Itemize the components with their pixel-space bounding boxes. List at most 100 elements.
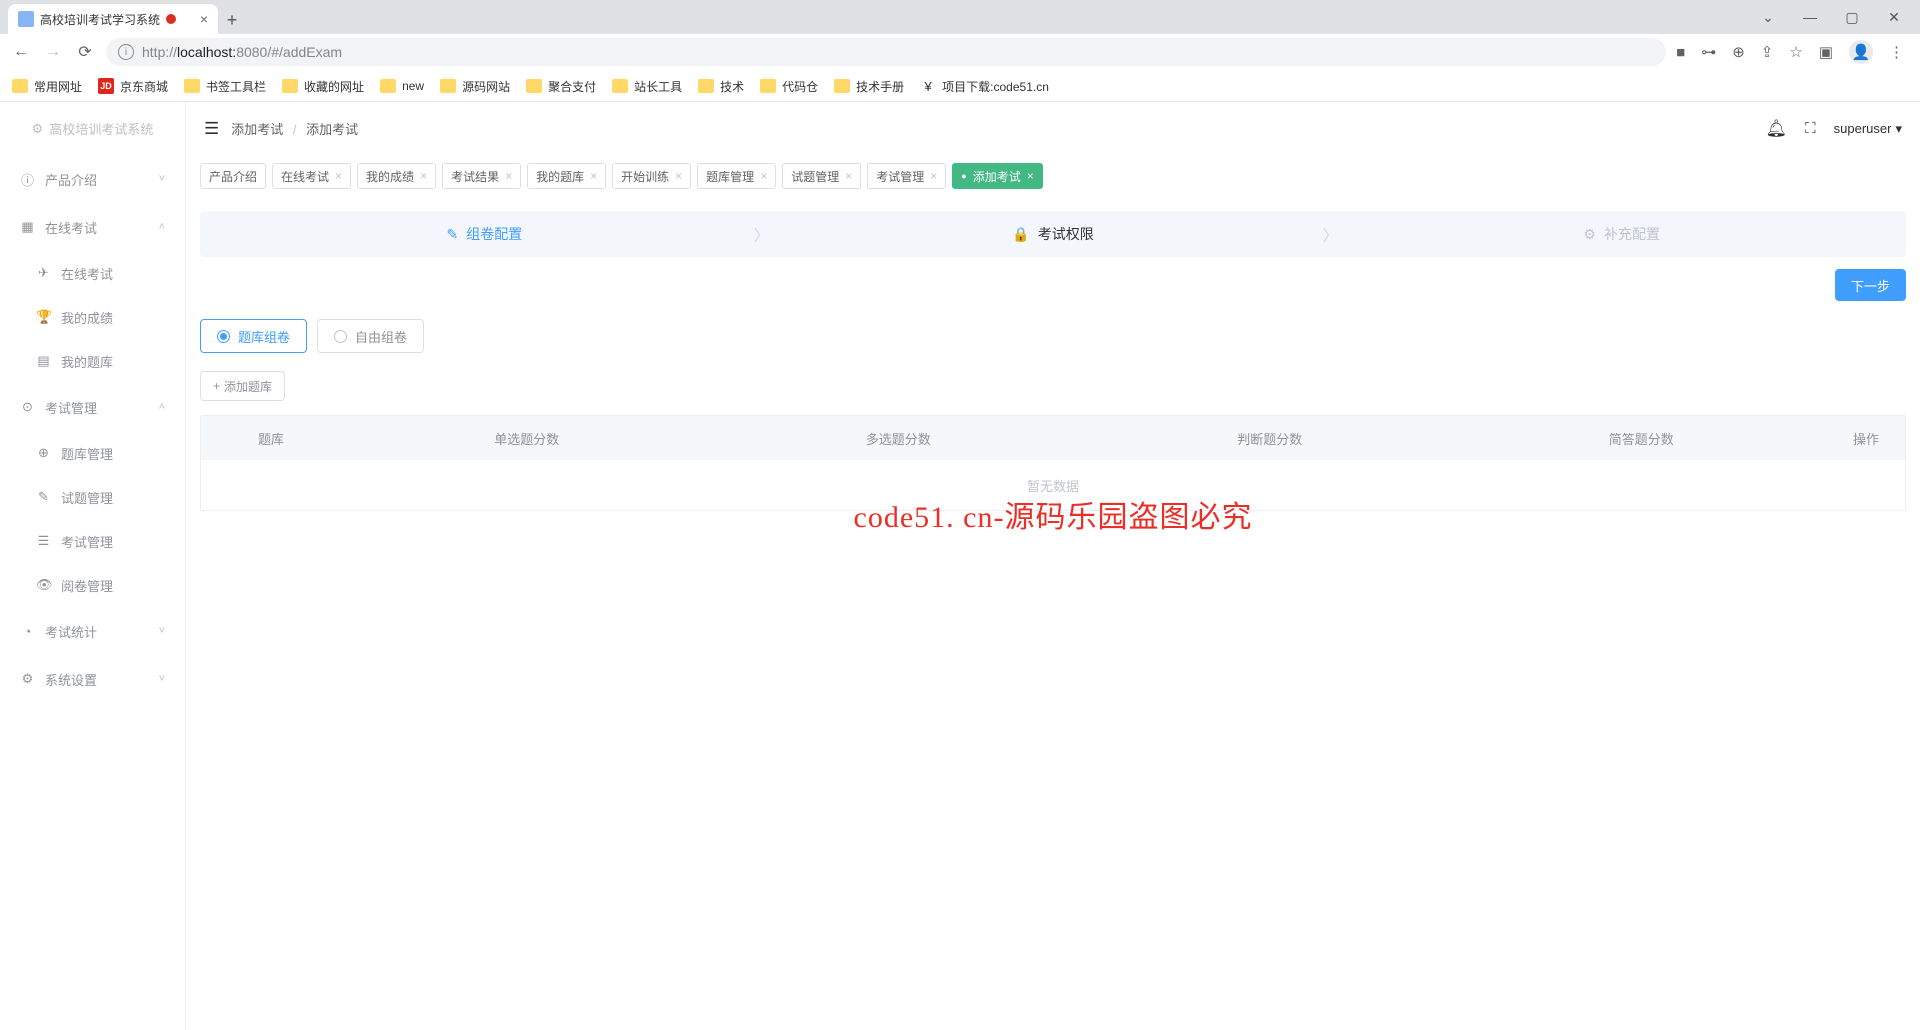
page-tab[interactable]: 我的成绩× [357, 163, 436, 189]
maximize-icon[interactable]: ▢ [1840, 9, 1864, 26]
bookmark-item[interactable]: 书签工具栏 [184, 78, 266, 95]
radio-icon [334, 330, 347, 343]
zoom-icon[interactable]: ⊕ [1732, 43, 1745, 61]
sidebar-item[interactable]: ⚙系统设置˅ [0, 655, 185, 703]
bookmark-item[interactable]: 站长工具 [612, 78, 682, 95]
close-icon[interactable]: × [335, 169, 342, 183]
sidebar-subitem[interactable]: ▤我的题库 [0, 339, 185, 383]
page-tab[interactable]: 考试结果× [442, 163, 521, 189]
next-button[interactable]: 下一步 [1835, 269, 1906, 301]
close-icon[interactable]: × [845, 169, 852, 183]
sidebar-subitem[interactable]: 👁阅卷管理 [0, 563, 185, 607]
sidebar-item[interactable]: ◔考试统计˅ [0, 607, 185, 655]
page-tab[interactable]: 在线考试× [272, 163, 351, 189]
step-item[interactable]: 🔒考试权限〉 [769, 224, 1338, 244]
submenu-icon: ✈ [36, 265, 51, 281]
sidebar-item[interactable]: ⓘ产品介绍˅ [0, 155, 185, 203]
bookmark-label: 源码网站 [462, 78, 510, 95]
bookmark-item[interactable]: 代码仓 [760, 78, 818, 95]
folder-icon [526, 79, 542, 93]
close-icon[interactable]: × [590, 169, 597, 183]
table-column-header: 判断题分数 [1084, 429, 1456, 448]
bookmark-label: 技术手册 [856, 78, 904, 95]
folder-icon [440, 79, 456, 93]
menu-label: 系统设置 [45, 670, 97, 689]
submenu-label: 在线考试 [61, 264, 113, 283]
bookmark-item[interactable]: 聚合支付 [526, 78, 596, 95]
bookmark-label: 聚合支付 [548, 78, 596, 95]
close-icon[interactable]: × [420, 169, 427, 183]
radio-option[interactable]: 题库组卷 [200, 319, 307, 353]
close-window-icon[interactable]: ✕ [1882, 9, 1906, 26]
close-icon[interactable]: × [760, 169, 767, 183]
sidebar-subitem[interactable]: ⊕题库管理 [0, 431, 185, 475]
share-icon[interactable]: ⇪ [1761, 43, 1774, 61]
hamburger-icon[interactable]: ☰ [204, 119, 219, 139]
new-tab-button[interactable]: + [218, 6, 246, 34]
back-button[interactable]: ← [10, 43, 32, 61]
url-text: http://localhost:8080/#/addExam [142, 44, 342, 60]
sidebar-item[interactable]: ⊙考试管理˄ [0, 383, 185, 431]
folder-icon [612, 79, 628, 93]
folder-icon [282, 79, 298, 93]
page-tab[interactable]: 产品介绍 [200, 163, 266, 189]
bookmark-item[interactable]: 技术手册 [834, 78, 904, 95]
add-bank-button[interactable]: + 添加题库 [200, 371, 285, 401]
page-tab[interactable]: 试题管理× [782, 163, 861, 189]
close-icon[interactable]: × [1027, 169, 1034, 183]
extensions-icon[interactable]: ▣ [1819, 43, 1833, 61]
bookmark-item[interactable]: new [380, 79, 424, 93]
address-bar[interactable]: i http://localhost:8080/#/addExam [106, 38, 1666, 66]
sidebar-subitem[interactable]: ☰考试管理 [0, 519, 185, 563]
bookmark-label: 技术 [720, 78, 744, 95]
plus-icon: + [213, 379, 220, 393]
sidebar-subitem[interactable]: ✈ 在线考试 [0, 251, 185, 295]
close-icon[interactable]: × [675, 169, 682, 183]
sidebar-item[interactable]: ▦在线考试˄ [0, 203, 185, 251]
user-menu[interactable]: superuser ▾ [1834, 121, 1902, 137]
radio-option[interactable]: 自由组卷 [317, 319, 424, 353]
key-icon[interactable]: ⊶ [1701, 43, 1716, 61]
tab-label: 添加考试 [973, 168, 1021, 185]
bookmark-item[interactable]: 源码网站 [440, 78, 510, 95]
step-icon: 🔒 [1012, 226, 1029, 243]
window-dropdown-icon[interactable]: ⌄ [1756, 9, 1780, 26]
topbar-right: 🔔︎ ⛶ superuser ▾ [1766, 119, 1902, 139]
step-item[interactable]: ⚙补充配置 [1337, 224, 1906, 244]
bookmark-label: 书签工具栏 [206, 78, 266, 95]
close-icon[interactable]: × [930, 169, 937, 183]
browser-tab[interactable]: 高校培训考试学习系统 × [8, 4, 218, 34]
favicon-icon [18, 11, 34, 27]
forward-button[interactable]: → [42, 43, 64, 61]
sidebar-subitem[interactable]: 🏆我的成绩 [0, 295, 185, 339]
page-tab[interactable]: 添加考试 × [952, 163, 1042, 189]
bookmark-item[interactable]: 技术 [698, 78, 744, 95]
bookmark-item[interactable]: ¥项目下载:code51.cn [920, 78, 1049, 95]
bookmark-item[interactable]: 收藏的网址 [282, 78, 364, 95]
fullscreen-icon[interactable]: ⛶ [1805, 120, 1816, 137]
bookmark-item[interactable]: JD京东商城 [98, 78, 168, 95]
star-icon[interactable]: ☆ [1789, 43, 1802, 61]
close-tab-icon[interactable]: × [200, 11, 208, 27]
sidebar-subitem[interactable]: ✎试题管理 [0, 475, 185, 519]
submenu-icon: ☰ [36, 533, 51, 549]
page-tab[interactable]: 开始训练× [612, 163, 691, 189]
site-info-icon[interactable]: i [118, 44, 134, 60]
content: ✎组卷配置〉🔒考试权限〉⚙补充配置 下一步 题库组卷自由组卷 + 添加题库 题库… [186, 197, 1920, 1030]
bookmark-label: 常用网址 [34, 78, 82, 95]
step-item[interactable]: ✎组卷配置〉 [200, 224, 769, 244]
minimize-icon[interactable]: — [1798, 9, 1822, 25]
chevron-icon: ˅ [159, 673, 165, 685]
close-icon[interactable]: × [505, 169, 512, 183]
camera-icon[interactable]: ■ [1676, 44, 1685, 61]
table-header: 题库单选题分数多选题分数判断题分数简答题分数操作 [201, 416, 1905, 460]
profile-avatar-icon[interactable]: 👤 [1849, 40, 1873, 64]
bell-icon[interactable]: 🔔︎ [1766, 119, 1788, 139]
bookmark-item[interactable]: 常用网址 [12, 78, 82, 95]
reload-button[interactable]: ⟳ [74, 42, 96, 62]
menu-icon[interactable]: ⋮ [1889, 43, 1904, 61]
page-tab[interactable]: 考试管理× [867, 163, 946, 189]
page-tab[interactable]: 我的题库× [527, 163, 606, 189]
breadcrumb-item[interactable]: 添加考试 [231, 122, 283, 137]
page-tab[interactable]: 题库管理× [697, 163, 776, 189]
